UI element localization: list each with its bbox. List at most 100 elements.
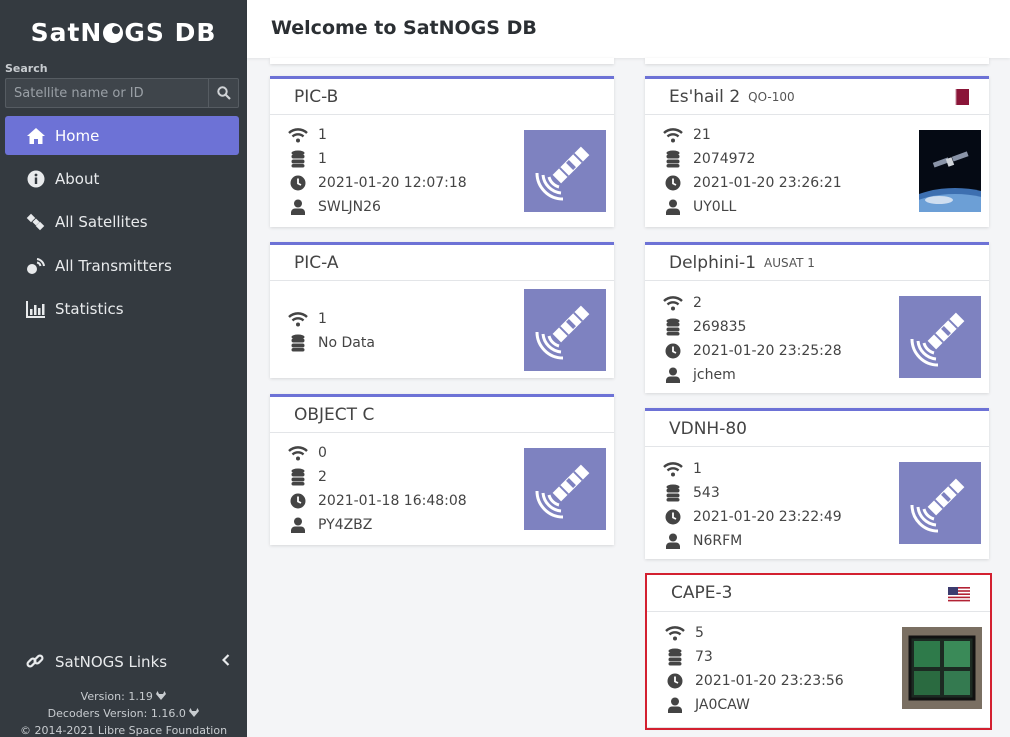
database-icon bbox=[288, 150, 308, 168]
transmitters-stat: 1 bbox=[288, 125, 327, 145]
card-header: CAPE-3 bbox=[647, 575, 990, 612]
frames-count: 2 bbox=[318, 469, 327, 485]
user-name[interactable]: PY4ZBZ bbox=[318, 517, 372, 533]
search-button[interactable] bbox=[208, 78, 239, 108]
user-icon bbox=[665, 696, 685, 714]
user-name[interactable]: UY0LL bbox=[693, 199, 736, 215]
nav-home-label: Home bbox=[55, 126, 100, 145]
clock-icon bbox=[663, 342, 683, 360]
satellite-card-delphini-1[interactable]: Delphini-1 AUSAT 1 2 269835 2021-01-20 23… bbox=[645, 242, 989, 393]
wifi-icon bbox=[663, 460, 683, 478]
chevron-left-icon bbox=[221, 654, 230, 670]
card-header: Delphini-1 AUSAT 1 bbox=[645, 245, 989, 281]
user-stat: N6RFM bbox=[663, 531, 742, 551]
search-input[interactable] bbox=[5, 78, 208, 108]
last-seen-time: 2021-01-20 23:23:56 bbox=[695, 673, 844, 689]
last-seen-time: 2021-01-20 23:26:21 bbox=[693, 175, 842, 191]
transmitters-count: 1 bbox=[693, 461, 702, 477]
satellite-placeholder-image[interactable] bbox=[524, 289, 606, 371]
clock-icon bbox=[288, 174, 308, 192]
usa-flag-icon bbox=[948, 587, 970, 608]
wifi-icon bbox=[663, 126, 683, 144]
nav-home[interactable]: Home bbox=[5, 116, 239, 155]
transmitters-stat: 0 bbox=[288, 443, 327, 463]
wifi-icon bbox=[663, 294, 683, 312]
frames-count: No Data bbox=[318, 335, 375, 351]
frames-count: 73 bbox=[695, 649, 713, 665]
user-icon bbox=[288, 516, 308, 534]
satellite-placeholder-image[interactable] bbox=[899, 462, 981, 544]
user-icon bbox=[663, 198, 683, 216]
nav-statistics-label: Statistics bbox=[55, 299, 124, 318]
satellite-card-object-c[interactable]: OBJECT C 0 2 2021-01-18 16:48:08 PY4ZBZ bbox=[270, 394, 614, 545]
user-stat: SWLJN26 bbox=[288, 197, 381, 217]
satnogs-links-toggle[interactable]: SatNOGS Links bbox=[25, 652, 230, 672]
user-name[interactable]: JA0CAW bbox=[695, 697, 750, 713]
satellite-name[interactable]: PIC-B bbox=[294, 87, 338, 107]
nav-all-satellites-label: All Satellites bbox=[55, 212, 148, 231]
user-stat: jchem bbox=[663, 365, 736, 385]
nav-about-label: About bbox=[55, 169, 100, 188]
satellite-name[interactable]: PIC-A bbox=[294, 253, 339, 273]
frames-stat: 1 bbox=[288, 149, 327, 169]
satellite-card-vdnh-80[interactable]: VDNH-80 1 543 2021-01-20 23:22:49 N6RFM bbox=[645, 408, 989, 559]
satellite-photo[interactable] bbox=[902, 627, 982, 709]
satellite-placeholder-image[interactable] bbox=[524, 130, 606, 212]
page-title: Welcome to SatNOGS DB bbox=[271, 17, 537, 39]
satellite-name[interactable]: VDNH-80 bbox=[669, 419, 747, 439]
search-box bbox=[5, 78, 239, 108]
nav-all-transmitters[interactable]: All Transmitters bbox=[5, 246, 239, 285]
last-seen-stat: 2021-01-20 23:23:56 bbox=[665, 671, 844, 691]
gitlab-icon[interactable] bbox=[189, 708, 200, 717]
cubesat-photo-image bbox=[902, 627, 982, 709]
satellite-name[interactable]: CAPE-3 bbox=[671, 583, 732, 603]
version-info: Version: 1.19 Decoders Version: 1.16.0 ©… bbox=[0, 688, 247, 737]
last-seen-time: 2021-01-20 23:25:28 bbox=[693, 343, 842, 359]
version-line: Version: 1.19 bbox=[0, 688, 247, 705]
brand-text-end: GS DB bbox=[124, 18, 217, 47]
gitlab-icon[interactable] bbox=[156, 691, 167, 700]
brand-logo[interactable]: SatN GS DB bbox=[0, 18, 247, 47]
sidebar: SatN GS DB Search Home About All Satellit… bbox=[0, 0, 247, 737]
nav-all-satellites[interactable]: All Satellites bbox=[5, 202, 239, 241]
card-stub bbox=[270, 58, 614, 64]
user-stat: PY4ZBZ bbox=[288, 515, 372, 535]
transmitters-count: 1 bbox=[318, 127, 327, 143]
wifi-icon bbox=[288, 444, 308, 462]
brand-text-start: SatN bbox=[30, 18, 103, 47]
satellite-alt-name: AUSAT 1 bbox=[764, 255, 815, 270]
user-icon bbox=[663, 366, 683, 384]
user-name[interactable]: N6RFM bbox=[693, 533, 742, 549]
user-icon bbox=[288, 198, 308, 216]
transmitters-stat: 1 bbox=[288, 309, 327, 329]
user-name[interactable]: SWLJN26 bbox=[318, 199, 381, 215]
satellite-photo[interactable] bbox=[919, 130, 981, 212]
search-icon bbox=[216, 86, 231, 100]
nav-statistics[interactable]: Statistics bbox=[5, 289, 239, 328]
frames-stat: 2074972 bbox=[663, 149, 755, 169]
last-seen-time: 2021-01-20 12:07:18 bbox=[318, 175, 467, 191]
transmitter-icon bbox=[25, 257, 47, 275]
satellite-placeholder-image[interactable] bbox=[899, 296, 981, 378]
last-seen-time: 2021-01-20 23:22:49 bbox=[693, 509, 842, 525]
chart-icon bbox=[25, 300, 47, 318]
satellite-card-cape-3[interactable]: CAPE-3 5 73 2021-01-20 23:23:56 JA0CAW bbox=[647, 575, 990, 727]
satellite-name[interactable]: OBJECT C bbox=[294, 405, 374, 425]
satellite-name[interactable]: Delphini-1 bbox=[669, 253, 756, 273]
satellite-card-eshail-2[interactable]: Es'hail 2 QO-100 21 2074972 2021-01-20 23… bbox=[645, 76, 989, 227]
search-label: Search bbox=[5, 62, 48, 75]
frames-stat: 73 bbox=[665, 647, 713, 667]
satellite-card-pic-a[interactable]: PIC-A 1 No Data bbox=[270, 242, 614, 378]
last-seen-stat: 2021-01-20 23:26:21 bbox=[663, 173, 842, 193]
clock-icon bbox=[288, 492, 308, 510]
satellite-placeholder-image[interactable] bbox=[524, 448, 606, 530]
last-seen-stat: 2021-01-20 23:25:28 bbox=[663, 341, 842, 361]
user-name[interactable]: jchem bbox=[693, 367, 736, 383]
database-icon bbox=[663, 318, 683, 336]
satellite-card-pic-b[interactable]: PIC-B 1 1 2021-01-20 12:07:18 SWLJN26 bbox=[270, 76, 614, 227]
nav-about[interactable]: About bbox=[5, 159, 239, 198]
satellite-name[interactable]: Es'hail 2 bbox=[669, 87, 740, 107]
transmitters-count: 5 bbox=[695, 625, 704, 641]
database-icon bbox=[663, 150, 683, 168]
wifi-icon bbox=[288, 126, 308, 144]
